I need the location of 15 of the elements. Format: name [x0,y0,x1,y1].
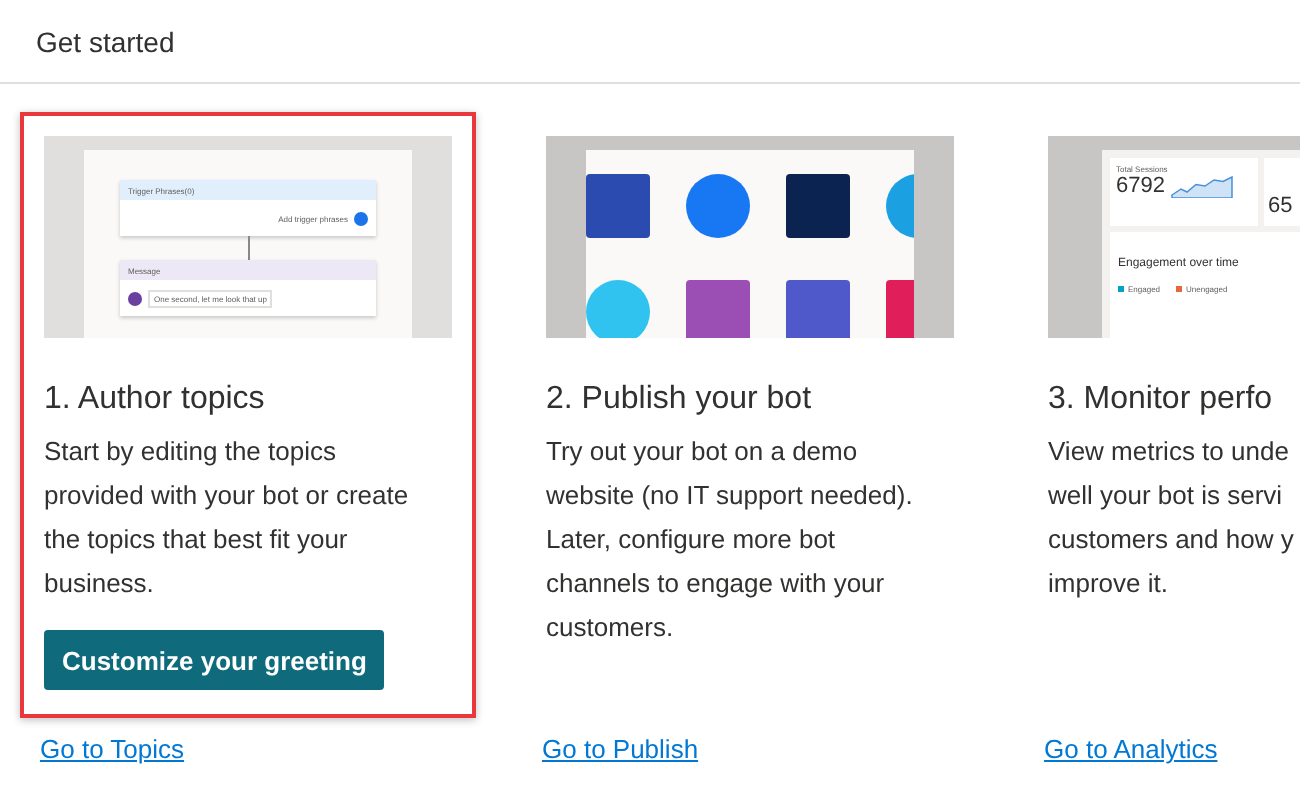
card-link[interactable]: Go to Topics [40,734,185,764]
card-description: Try out your bot on a demo website (no IT support needed). Later, configure more bot channels to engage with your customers. [546,434,915,646]
card-link[interactable]: Go to Publish [542,734,699,764]
card-link[interactable]: Go to Analytics [1044,734,1218,764]
connector-line [247,236,249,260]
card-title: 1. Author topics [44,382,267,418]
card-description: Start by editing the topics provided with your bot or create the topics that best fit your business. [44,434,411,602]
card-title: 2. Publish your bot [546,382,814,418]
section-title: Get started [36,25,175,57]
card-title: 3. Monitor perfo [1048,382,1275,418]
metric-value: 65 [1268,194,1293,218]
metric-value: 6792 [1116,174,1165,198]
greeting-button[interactable]: Customize your greeting [44,630,385,690]
card-description: View metrics to unde well your bot is servi customers and how y improve it. [1048,434,1296,602]
sparkline-drawing [1168,174,1237,198]
